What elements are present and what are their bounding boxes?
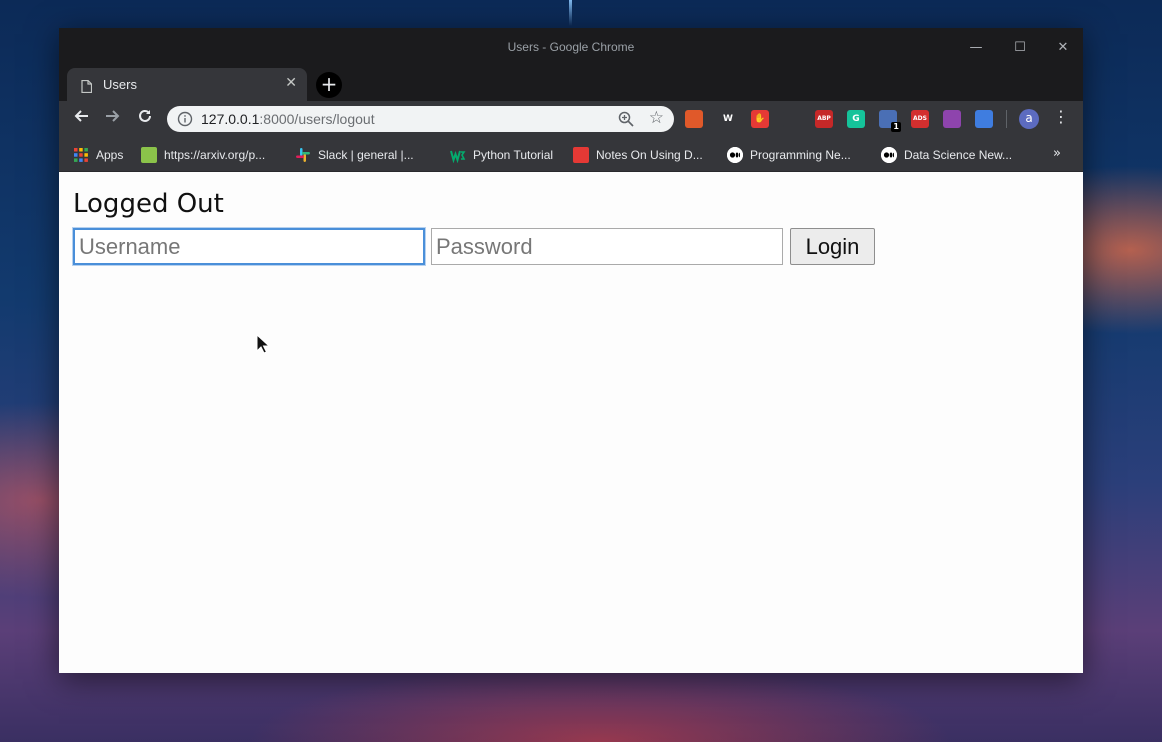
bookmark-data-science[interactable]: Data Science New... (881, 146, 1012, 164)
toolbar: 127.0.0.1:8000/users/logout ☆ W ✋ ABP G 1 ADS… (59, 101, 1083, 137)
bookmark-label: https://arxiv.org/p... (164, 148, 266, 162)
tab-strip: Users ✕ + (59, 68, 1083, 101)
bookmark-notes[interactable]: Notes On Using D... (573, 146, 703, 164)
medium-icon (727, 147, 743, 163)
page-icon (81, 78, 93, 97)
ext-abp-icon[interactable]: ABP (815, 110, 833, 128)
zoom-icon[interactable] (618, 111, 634, 131)
toolbar-separator (1006, 110, 1007, 128)
url-path: :8000/users/logout (259, 111, 375, 127)
bookmark-label: Notes On Using D... (596, 148, 703, 162)
notes-favicon-icon (573, 147, 589, 163)
page-heading: Logged Out (73, 189, 224, 219)
ext-ads-icon[interactable]: ADS (911, 110, 929, 128)
ext-w-icon[interactable]: W (719, 110, 737, 128)
bookmark-label: Data Science New... (904, 148, 1013, 162)
reload-button[interactable] (133, 107, 157, 131)
bookmarks-bar: Apps https://arxiv.org/p... Slack | gene… (59, 137, 1083, 172)
tab-users[interactable]: Users ✕ (67, 68, 307, 101)
forward-arrow-icon (106, 110, 120, 122)
tab-title: Users (103, 77, 137, 92)
bookmark-apps[interactable]: Apps (73, 146, 123, 164)
back-arrow-icon (74, 110, 88, 122)
bookmark-star-icon[interactable]: ☆ (649, 108, 664, 128)
reload-icon (139, 109, 151, 122)
url-text: 127.0.0.1:8000/users/logout (201, 111, 375, 127)
medium-icon (881, 147, 897, 163)
extension-badge: 1 (891, 122, 901, 132)
apps-grid-icon (73, 147, 89, 163)
ext-gnome-icon[interactable] (783, 110, 801, 128)
password-input[interactable] (431, 228, 783, 265)
bookmark-label: Apps (96, 148, 124, 162)
ext-diamond-icon[interactable]: 1 (879, 110, 901, 132)
address-bar[interactable]: 127.0.0.1:8000/users/logout ☆ (167, 106, 674, 132)
more-bookmarks-chevron-icon[interactable]: » (1053, 146, 1061, 161)
arxiv-favicon-icon (141, 147, 157, 163)
login-button[interactable]: Login (790, 228, 875, 265)
ext-window-icon[interactable] (975, 110, 993, 128)
username-input[interactable] (73, 228, 425, 265)
bookmark-arxiv[interactable]: https://arxiv.org/p... (141, 146, 265, 164)
bookmark-python-tutorial[interactable]: Python Tutorial (450, 146, 553, 164)
bookmark-label: Python Tutorial (473, 148, 554, 162)
url-host: 127.0.0.1 (201, 111, 260, 127)
bookmark-label: Slack | general |... (318, 148, 414, 162)
bookmark-slack[interactable]: Slack | general |... (295, 146, 414, 164)
bookmark-programming[interactable]: Programming Ne... (727, 146, 851, 164)
maximize-button[interactable]: ☐ (1009, 38, 1031, 58)
title-bar: Users - Google Chrome — ☐ ✕ (59, 28, 1083, 68)
ext-orange-icon[interactable] (685, 110, 703, 128)
browser-window: Users - Google Chrome — ☐ ✕ Users ✕ + 12… (59, 28, 1083, 673)
page-content: Logged Out Login (59, 172, 1083, 673)
minimize-button[interactable]: — (965, 38, 987, 58)
bookmark-label: Programming Ne... (750, 148, 851, 162)
mouse-pointer-icon (256, 333, 271, 358)
ext-hand-icon[interactable]: ✋ (751, 110, 769, 128)
site-info-icon[interactable] (177, 111, 193, 131)
ext-grammarly-icon[interactable]: G (847, 110, 865, 128)
window-title: Users - Google Chrome (507, 40, 635, 54)
ext-grid-icon[interactable] (943, 110, 961, 128)
close-window-button[interactable]: ✕ (1052, 38, 1074, 58)
w3schools-icon (450, 147, 466, 164)
wallpaper-light-beam (569, 0, 572, 26)
tab-close-icon[interactable]: ✕ (285, 75, 297, 91)
forward-button[interactable] (101, 107, 125, 131)
back-button[interactable] (69, 107, 93, 131)
slack-icon (295, 147, 311, 163)
new-tab-button[interactable]: + (316, 72, 342, 98)
profile-avatar[interactable]: a (1019, 109, 1039, 129)
chrome-menu-icon[interactable]: ⋮ (1053, 107, 1069, 126)
